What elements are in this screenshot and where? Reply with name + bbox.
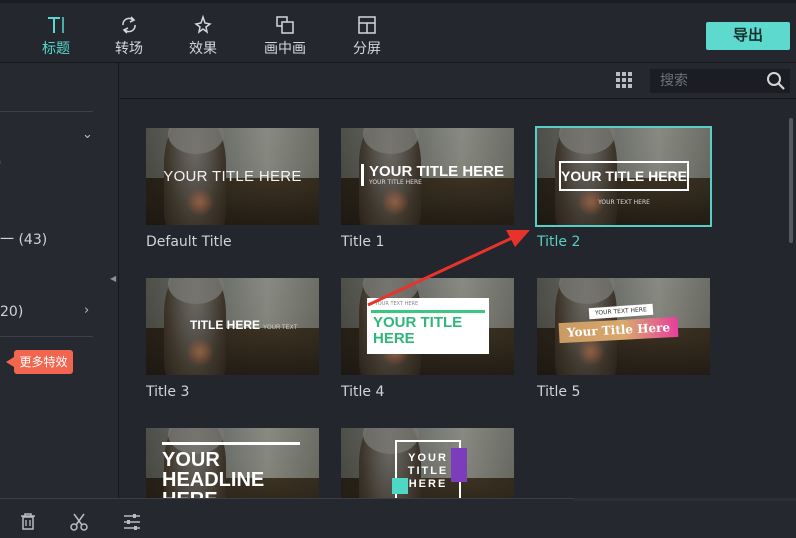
title-card-5[interactable]: YOUR TEXT HERE Your Title Here Title 5 xyxy=(537,278,710,400)
tab-transition[interactable]: 转场 xyxy=(99,13,159,58)
thumbnail-title-block: TITLE HERE YOUR TEXT xyxy=(190,318,297,332)
thumbnail-title-text: YOUR TITLE HERE xyxy=(163,168,302,185)
divider xyxy=(0,111,93,112)
category-fragment: ) xyxy=(0,155,1,171)
title-thumbnail: YOUR TITLE HERE xyxy=(341,428,514,498)
split-screen-icon xyxy=(358,16,376,34)
title-card-label: Title 1 xyxy=(341,234,385,250)
search-icon[interactable] xyxy=(766,71,786,91)
tab-pip[interactable]: 画中画 xyxy=(255,13,315,58)
collapse-panel-icon[interactable]: ◀ xyxy=(110,274,116,283)
thumbnail-title-text: YOUR TITLE HERE xyxy=(369,163,505,180)
category-panel: ⌄ ) 一 (43) 20) › 更多特效 ◀ xyxy=(0,63,119,498)
title-thumbnail: YOUR TEXT HERE Your Title Here xyxy=(537,278,710,375)
title-card-1[interactable]: YOUR TITLE HERE YOUR TITLE HERE Title 1 xyxy=(341,128,514,250)
thumbnail-title-block: YOUR HEADLINE HERE xyxy=(162,442,302,498)
chevron-right-icon[interactable]: › xyxy=(84,303,89,318)
tab-transition-label: 转场 xyxy=(115,41,143,57)
thumbnail-title-text: YOUR TITLE HERE xyxy=(373,314,463,347)
thumbnail-title-text: TITLE HERE xyxy=(190,318,261,332)
thumbnail-title-block: YOUR TITLE HERE YOUR TEXT HERE xyxy=(559,161,689,206)
chevron-down-icon[interactable]: ⌄ xyxy=(82,127,93,142)
title-card-label: Title 5 xyxy=(537,384,581,400)
title-card-6[interactable]: YOUR HEADLINE HERE xyxy=(146,428,319,498)
more-effects-badge[interactable]: 更多特效 xyxy=(6,350,73,374)
category-item-2[interactable]: 20) xyxy=(0,304,23,320)
category-item-1[interactable]: 一 (43) xyxy=(0,229,47,249)
thumbnail-title-text: YOUR HEADLINE HERE xyxy=(162,449,265,498)
thumbnail-subtitle-text: YOUR TEXT HERE xyxy=(588,303,654,320)
thumbnail-title-block: YOUR TITLE HERE xyxy=(392,440,467,498)
scissors-icon[interactable] xyxy=(68,511,90,533)
title-card-label: Title 2 xyxy=(537,234,581,250)
title-thumbnail: YOUR HEADLINE HERE xyxy=(146,428,319,498)
tab-split-screen[interactable]: 分屏 xyxy=(337,13,397,58)
library-scrollbar[interactable] xyxy=(789,118,793,243)
trash-icon[interactable] xyxy=(17,511,39,533)
thumbnail-title-block: YOUR TEXT HERE Your Title Here xyxy=(558,303,689,354)
thumbnail-title-block: YOUR TITLE HERE YOUR TITLE HERE xyxy=(361,164,504,186)
title-thumbnail: YOUR TITLE HERE YOUR TITLE HERE xyxy=(341,128,514,225)
title-card-label: Default Title xyxy=(146,234,232,250)
transition-icon xyxy=(122,16,136,34)
adjust-icon[interactable] xyxy=(121,511,143,533)
title-thumbnail: YOUR TEXT HERE YOUR TITLE HERE xyxy=(341,278,514,375)
tab-effects-label: 效果 xyxy=(189,41,217,57)
title-card-3[interactable]: TITLE HERE YOUR TEXT Title 3 xyxy=(146,278,319,400)
top-toolbar: 标题 转场 效果 画中画 分屏 导出 xyxy=(0,0,796,65)
accent-bar xyxy=(371,310,485,313)
title-library-grid: YOUR TITLE HERE Default Title YOUR TITLE… xyxy=(120,100,796,498)
thumbnail-title-text: YOUR TITLE HERE xyxy=(407,452,449,490)
thumbnail-subtitle-text: YOUR TEXT HERE xyxy=(598,199,650,206)
tab-effects[interactable]: 效果 xyxy=(173,13,233,58)
tab-title[interactable]: 标题 xyxy=(26,13,86,65)
tab-split-screen-label: 分屏 xyxy=(353,41,381,57)
thumbnail-title-text: Your Title Here xyxy=(558,316,679,344)
pip-icon xyxy=(276,16,294,34)
timeline-toolbar xyxy=(0,498,796,538)
thumbnail-subtitle-text: YOUR TITLE HERE xyxy=(369,179,422,186)
divider xyxy=(574,498,796,501)
library-header xyxy=(120,63,796,99)
thumbnail-subtitle-text: YOUR TEXT HERE xyxy=(375,301,419,307)
title-card-2[interactable]: YOUR TITLE HERE YOUR TEXT HERE Title 2 xyxy=(535,126,712,250)
title-card-4[interactable]: YOUR TEXT HERE YOUR TITLE HERE Title 4 xyxy=(341,278,514,400)
title-thumbnail: TITLE HERE YOUR TEXT xyxy=(146,278,319,375)
title-thumbnail: YOUR TITLE HERE YOUR TEXT HERE xyxy=(535,126,712,227)
title-card-default[interactable]: YOUR TITLE HERE Default Title xyxy=(146,128,319,250)
thumbnail-title-text: YOUR TITLE HERE xyxy=(561,168,688,184)
tab-title-label: 标题 xyxy=(42,41,70,57)
effects-icon xyxy=(194,14,212,34)
export-button[interactable]: 导出 xyxy=(706,22,790,50)
title-card-7[interactable]: YOUR TITLE HERE xyxy=(341,428,514,498)
title-card-label: Title 3 xyxy=(146,384,190,400)
tab-pip-label: 画中画 xyxy=(264,41,306,57)
accent-line xyxy=(162,442,300,445)
title-thumbnail: YOUR TITLE HERE xyxy=(146,128,319,225)
title-icon xyxy=(48,17,64,33)
grid-view-icon[interactable] xyxy=(616,72,632,88)
thumbnail-title-block: YOUR TEXT HERE YOUR TITLE HERE xyxy=(367,298,489,354)
thumbnail-subtitle-text: YOUR TEXT xyxy=(263,325,298,331)
title-card-label: Title 4 xyxy=(341,384,385,400)
divider xyxy=(0,336,93,337)
